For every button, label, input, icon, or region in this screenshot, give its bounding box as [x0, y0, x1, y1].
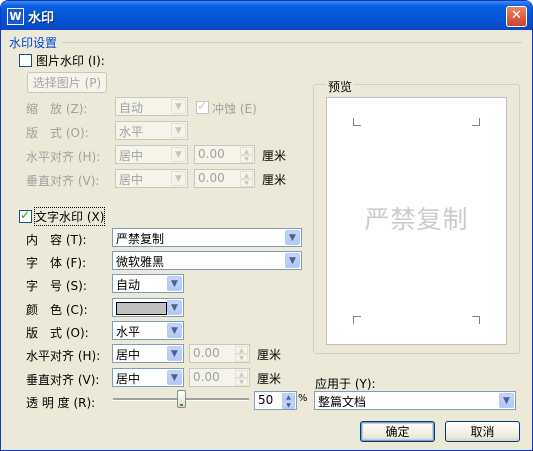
close-button[interactable]: ✕ — [506, 6, 527, 27]
preview-watermark-text: 严禁复制 — [364, 205, 469, 234]
wps-app-icon: W — [7, 8, 24, 25]
transparency-label: 透 明 度 (R): — [26, 396, 96, 410]
ok-button[interactable]: 确定 — [360, 421, 435, 442]
transparency-unit: % — [298, 393, 308, 404]
crop-mark-top-left — [353, 118, 361, 126]
chevron-down-icon: ▼ — [171, 99, 186, 114]
content-label: 内 容 (T): — [26, 233, 87, 247]
color-label: 颜 色 (C): — [26, 303, 88, 317]
chevron-down-icon: ▼ — [167, 276, 182, 291]
color-swatch — [116, 302, 167, 315]
picture-halign-unit: 厘米 — [262, 149, 287, 163]
spin-up-icon[interactable]: ▲ — [235, 346, 248, 354]
picture-valign-offset[interactable]: 0.00 ▲ ▼ — [194, 169, 255, 188]
cancel-button[interactable]: 取消 — [445, 421, 520, 442]
picture-halign-label: 水平对齐 (H): — [26, 150, 101, 164]
size-select[interactable]: 自动 ▼ — [112, 274, 184, 293]
crop-mark-bottom-left — [353, 316, 361, 324]
picture-valign-label: 垂直对齐 (V): — [26, 174, 100, 188]
spin-up-icon[interactable]: ▲ — [235, 370, 248, 378]
picture-halign-offset[interactable]: 0.00 ▲ ▼ — [194, 145, 255, 164]
spin-down-icon[interactable]: ▼ — [282, 401, 295, 409]
preview-page: 严禁复制 — [326, 97, 507, 345]
size-label: 字 号 (S): — [26, 279, 87, 293]
spin-up-icon[interactable]: ▲ — [282, 393, 295, 401]
text-valign-label: 垂直对齐 (V): — [26, 373, 100, 387]
text-layout-label: 版 式 (O): — [26, 326, 89, 340]
crop-mark-top-right — [472, 118, 480, 126]
scale-select[interactable]: 自动 ▼ — [115, 97, 188, 116]
picture-layout-label: 版 式 (O): — [26, 126, 89, 140]
text-halign-offset[interactable]: 0.00 ▲ ▼ — [189, 344, 250, 363]
watermark-dialog: W 水印 ✕ 水印设置 图片水印 (I): 选择图片 (P) 缩 放 (Z): … — [0, 0, 533, 451]
chevron-down-icon: ▼ — [171, 147, 186, 162]
chevron-down-icon: ▼ — [171, 171, 186, 186]
section-title: 水印设置 — [9, 36, 58, 50]
text-halign-unit: 厘米 — [257, 348, 282, 362]
color-picker[interactable]: ▼ — [112, 298, 184, 317]
title-bar[interactable]: W 水印 ✕ — [1, 1, 532, 30]
font-label: 字 体 (F): — [26, 256, 87, 270]
dialog-title: 水印 — [28, 11, 55, 26]
apply-to-label: 应用于 (Y): — [315, 377, 376, 391]
spin-down-icon[interactable]: ▼ — [240, 179, 253, 187]
chevron-down-icon: ▼ — [285, 253, 300, 268]
text-halign-select[interactable]: 居中 ▼ — [112, 344, 184, 363]
picture-valign-unit: 厘米 — [262, 173, 287, 187]
chevron-down-icon: ▼ — [285, 230, 300, 245]
chevron-down-icon: ▼ — [167, 300, 182, 315]
chevron-down-icon: ▼ — [167, 323, 182, 338]
washout-checkbox[interactable] — [196, 99, 209, 114]
washout-label: 冲蚀 (E) — [212, 102, 257, 116]
apply-to-select[interactable]: 整篇文档 ▼ — [314, 391, 516, 410]
spin-up-icon[interactable]: ▲ — [240, 171, 253, 179]
content-select[interactable]: 严禁复制 ▼ — [112, 228, 302, 247]
spin-up-icon[interactable]: ▲ — [240, 147, 253, 155]
chevron-down-icon: ▼ — [167, 370, 182, 385]
crop-mark-bottom-right — [472, 316, 480, 324]
text-watermark-checkbox[interactable] — [19, 208, 32, 223]
transparency-spinner[interactable]: 50 ▲ ▼ — [254, 391, 297, 410]
spin-down-icon[interactable]: ▼ — [235, 354, 248, 362]
spin-down-icon[interactable]: ▼ — [240, 155, 253, 163]
text-watermark-label: 文字水印 (X) — [33, 207, 106, 226]
chevron-down-icon: ▼ — [499, 393, 514, 408]
transparency-slider-thumb[interactable] — [176, 390, 186, 408]
text-valign-select[interactable]: 居中 ▼ — [112, 368, 184, 387]
text-valign-offset[interactable]: 0.00 ▲ ▼ — [189, 368, 250, 387]
spin-down-icon[interactable]: ▼ — [235, 378, 248, 386]
scale-label: 缩 放 (Z): — [26, 102, 88, 116]
section-divider — [62, 42, 522, 43]
font-select[interactable]: 微软雅黑 ▼ — [112, 251, 302, 270]
picture-watermark-checkbox[interactable] — [19, 54, 32, 67]
picture-layout-select[interactable]: 水平 ▼ — [115, 121, 188, 140]
text-valign-unit: 厘米 — [257, 372, 282, 386]
picture-halign-select[interactable]: 居中 ▼ — [115, 145, 188, 164]
select-picture-button[interactable]: 选择图片 (P) — [27, 72, 107, 93]
chevron-down-icon: ▼ — [171, 123, 186, 138]
dialog-body: 水印设置 图片水印 (I): 选择图片 (P) 缩 放 (Z): 自动▼ 冲蚀 … — [4, 30, 529, 448]
preview-title: 预览 — [326, 78, 355, 95]
text-layout-select[interactable]: 水平 ▼ — [112, 321, 184, 340]
picture-watermark-label: 图片水印 (I): — [36, 54, 105, 68]
picture-valign-select[interactable]: 居中 ▼ — [115, 169, 188, 188]
text-halign-label: 水平对齐 (H): — [26, 349, 101, 363]
chevron-down-icon: ▼ — [167, 346, 182, 361]
